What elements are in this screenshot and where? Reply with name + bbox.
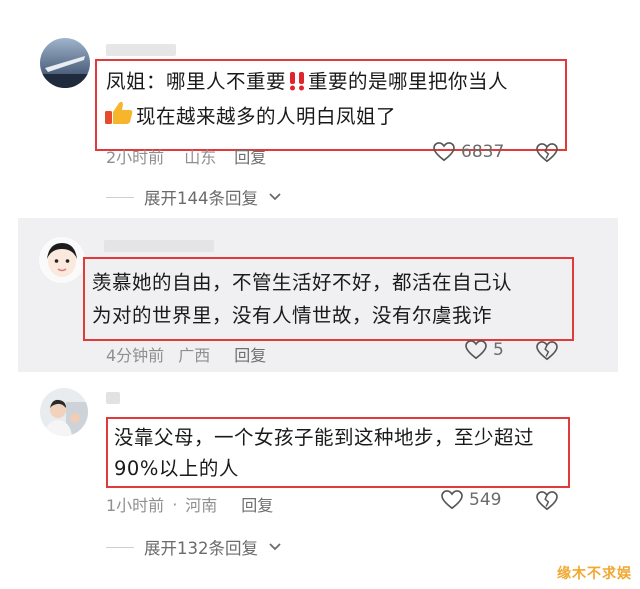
reply-button[interactable]: 回复	[234, 144, 266, 168]
like-count: 549	[469, 490, 502, 510]
comment-text-line-2: 90%以上的人	[114, 457, 239, 480]
chevron-down-icon	[269, 193, 281, 201]
comment-meta: 2小时前 山东 回复	[106, 144, 266, 168]
like-button[interactable]: 6837	[433, 142, 504, 162]
username-placeholder[interactable]	[106, 392, 120, 404]
thumbs-up-icon	[104, 100, 134, 137]
expand-replies-button[interactable]: 展开132条回复	[106, 535, 282, 559]
comment-text-line-2: 为对的世界里，没有人情世故，没有尔虞我诈	[92, 304, 493, 327]
comment-meta: 4分钟前 广西 回复	[106, 342, 266, 366]
comment-text-part-b: 重要的是哪里把你当人	[308, 70, 509, 93]
meta-separator: ·	[172, 494, 178, 514]
dislike-button[interactable]	[536, 143, 558, 167]
comment-text-line-1: 没靠父母，一个女孩子能到这种地步，至少超过	[114, 426, 535, 449]
comment-text-line-1: 羡慕她的自由，不管生活好不好，都活在自己认	[92, 271, 513, 294]
comment-text-line-1: 凤姐：哪里人不重要 重要的是哪里把你当人	[106, 65, 508, 102]
like-count: 6837	[461, 142, 505, 162]
comment-text-line-2: 现在越来越多的人明白凤姐了	[104, 100, 396, 137]
expand-divider	[106, 546, 134, 548]
avatar-image	[40, 38, 90, 88]
avatar-image	[39, 237, 85, 283]
comment-location: 河南	[185, 496, 218, 515]
comment-location: 山东	[184, 148, 217, 167]
comment-location: 广西	[178, 346, 211, 365]
broken-heart-icon	[536, 341, 558, 361]
dislike-button[interactable]	[536, 341, 558, 365]
reply-button[interactable]: 回复	[234, 342, 266, 366]
username-placeholder[interactable]	[104, 240, 214, 252]
comment-meta: 1小时前 · 河南 回复	[106, 492, 273, 516]
like-button[interactable]: 5	[465, 340, 504, 360]
heart-icon	[465, 340, 487, 360]
expand-divider	[106, 196, 134, 198]
double-exclamation-icon	[288, 68, 306, 102]
expand-replies-button[interactable]: 展开144条回复	[106, 185, 282, 209]
like-button[interactable]: 549	[441, 490, 501, 510]
heart-icon	[441, 490, 463, 510]
comment-time: 2小时前	[106, 148, 165, 167]
username-placeholder[interactable]	[106, 44, 176, 56]
avatar[interactable]	[38, 236, 86, 284]
avatar[interactable]	[40, 38, 90, 88]
chevron-down-icon	[269, 543, 281, 551]
dislike-button[interactable]	[536, 491, 558, 515]
reply-button[interactable]: 回复	[241, 492, 273, 516]
watermark: 缘木不求娱	[557, 566, 632, 582]
comment-text-part-c: 现在越来越多的人明白凤姐了	[136, 105, 397, 128]
broken-heart-icon	[536, 491, 558, 511]
comment-time: 1小时前	[106, 496, 165, 515]
avatar[interactable]	[40, 388, 88, 436]
comment-time: 4分钟前	[106, 346, 165, 365]
comment-text-part-a: 凤姐：哪里人不重要	[106, 70, 287, 93]
expand-replies-label: 展开144条回复	[144, 189, 258, 208]
like-count: 5	[493, 340, 504, 360]
expand-replies-label: 展开132条回复	[144, 539, 258, 558]
avatar-image	[40, 388, 88, 436]
heart-icon	[433, 142, 455, 162]
broken-heart-icon	[536, 143, 558, 163]
